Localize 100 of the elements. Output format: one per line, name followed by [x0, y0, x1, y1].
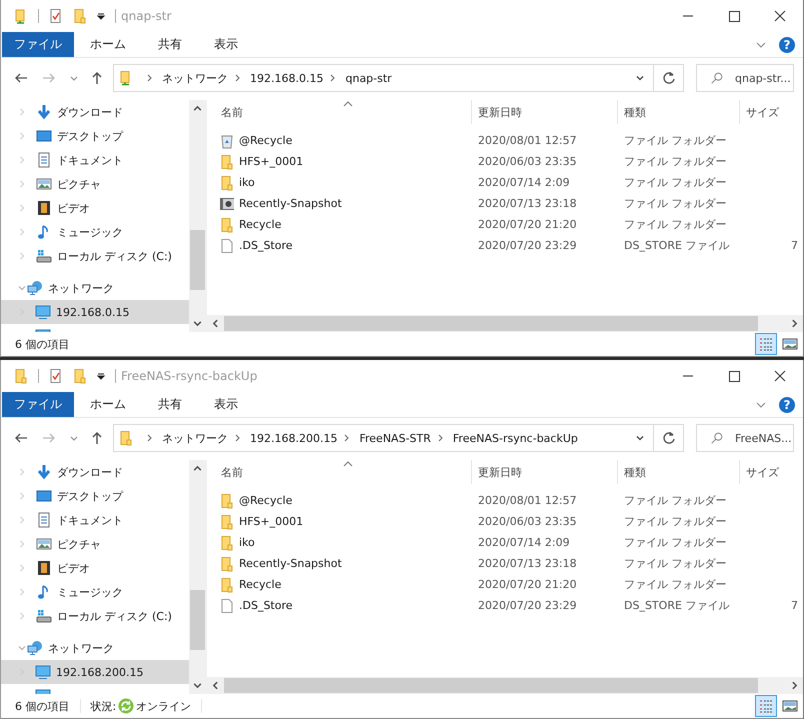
breadcrumb-item[interactable]: ネットワーク — [162, 430, 228, 446]
breadcrumb-item[interactable]: qnap-str — [345, 72, 392, 84]
scrollbar-thumb[interactable] — [224, 316, 758, 331]
type-cell-text: ファイル フォルダー — [623, 556, 728, 571]
search-icon — [710, 431, 724, 445]
dropdown-caret-icon[interactable] — [96, 11, 106, 21]
ribbon-tab[interactable]: ホーム — [74, 392, 142, 417]
column-header[interactable]: 種類 — [618, 100, 740, 124]
date-cell-text: 2020/06/03 23:35 — [477, 155, 578, 168]
search-field[interactable]: FreeNAS... — [696, 424, 794, 452]
size-cell-text: 7 — [790, 239, 799, 252]
chevron-right-icon — [436, 433, 445, 443]
column-header[interactable]: 名前 — [207, 460, 472, 484]
picture-icon — [36, 536, 52, 552]
date-cell-text: 2020/07/20 23:29 — [477, 239, 578, 252]
column-header[interactable]: 名前 — [207, 100, 472, 124]
refresh-button[interactable] — [654, 424, 684, 452]
nav-item[interactable]: ネットワーク — [1, 276, 189, 300]
ribbon-tab[interactable]: 共有 — [142, 32, 198, 57]
chevron-right-icon — [343, 433, 352, 443]
type-cell-text: DS_STORE ファイル — [623, 598, 730, 613]
nav-item[interactable]: ネットワーク — [1, 636, 189, 660]
window-title: qnap-str — [121, 9, 172, 23]
type-cell-text: ファイル フォルダー — [623, 577, 728, 592]
column-header[interactable]: 種類 — [618, 460, 740, 484]
scrollbar-thumb[interactable] — [224, 678, 758, 693]
nav-item[interactable]: ビデオ — [1, 196, 189, 220]
folder-icon[interactable] — [13, 368, 29, 384]
breadcrumb-item[interactable]: 192.168.200.15 — [250, 432, 338, 444]
new-folder-icon[interactable] — [72, 8, 88, 24]
refresh-icon[interactable] — [660, 430, 676, 446]
ribbon-tab[interactable]: 共有 — [142, 392, 198, 417]
folder-icon — [219, 154, 235, 170]
sync-icon — [118, 698, 134, 714]
nav-item[interactable]: ミュージック — [1, 220, 189, 244]
chevron-down-icon[interactable] — [17, 283, 27, 293]
nav-item[interactable]: ダウンロード — [1, 100, 189, 124]
nav-item[interactable]: ピクチャ — [1, 172, 189, 196]
scrollbar-thumb[interactable] — [190, 590, 205, 650]
file-name-cell[interactable]: @Recycle — [207, 130, 472, 151]
file-name-cell[interactable]: Recycle — [207, 214, 472, 235]
nav-item[interactable]: ローカル ディスク (C:) — [1, 244, 189, 268]
file-name-cell[interactable]: HFS+_0001 — [207, 511, 472, 532]
new-folder-icon[interactable] — [72, 368, 88, 384]
folder-icon — [118, 430, 134, 446]
nav-item[interactable]: ドキュメント — [1, 148, 189, 172]
nav-item[interactable]: ミュージック — [1, 580, 189, 604]
nav-item[interactable]: 192.168.0.15 — [1, 300, 189, 324]
chevron-down-icon[interactable] — [17, 643, 27, 653]
file-name-cell[interactable]: Recently-Snapshot — [207, 553, 472, 574]
search-field[interactable]: qnap-str... — [696, 64, 794, 92]
date-cell-text: 2020/08/01 12:57 — [477, 134, 578, 147]
file-name-cell[interactable]: .DS_Store — [207, 235, 472, 256]
breadcrumb-item[interactable]: FreeNAS-rsync-backUp — [452, 432, 578, 444]
ribbon-tab[interactable]: 表示 — [198, 32, 254, 57]
breadcrumb-item[interactable]: ネットワーク — [162, 70, 228, 86]
column-header[interactable]: サイズ — [740, 460, 800, 484]
help-button[interactable]: ? — [779, 36, 795, 52]
nav-item[interactable]: ローカル ディスク (C:) — [1, 604, 189, 628]
nav-item[interactable]: 192.168.200.15 — [1, 660, 189, 684]
folder-icon — [219, 534, 235, 550]
ribbon-tab[interactable]: ファイル — [2, 392, 74, 417]
window-title: FreeNAS-rsync-backUp — [121, 369, 258, 383]
nav-item[interactable]: デスクトップ — [1, 484, 189, 508]
column-header[interactable]: サイズ — [740, 100, 800, 124]
film-icon — [36, 560, 52, 576]
refresh-button[interactable] — [654, 64, 684, 92]
dropdown-caret-icon[interactable] — [96, 371, 106, 381]
address-dropdown-icon[interactable] — [635, 433, 645, 443]
nav-item[interactable]: ビデオ — [1, 556, 189, 580]
ribbon-tab[interactable]: 表示 — [198, 392, 254, 417]
file-name-cell[interactable]: .DS_Store — [207, 595, 472, 616]
chevron-right-icon — [146, 433, 154, 443]
address-bar[interactable]: ネットワーク 192.168.0.15 qnap-str — [113, 64, 654, 92]
file-name-cell[interactable]: iko — [207, 532, 472, 553]
column-header[interactable]: 更新日時 — [472, 460, 618, 484]
nav-item[interactable]: ダウンロード — [1, 460, 189, 484]
refresh-icon[interactable] — [660, 70, 676, 86]
nav-item[interactable]: ドキュメント — [1, 508, 189, 532]
column-header[interactable]: 更新日時 — [472, 100, 618, 124]
nav-item[interactable]: デスクトップ — [1, 124, 189, 148]
breadcrumb-item[interactable]: 192.168.0.15 — [250, 72, 324, 84]
breadcrumb-item[interactable]: FreeNAS-STR — [359, 432, 431, 444]
ribbon-tab[interactable]: ファイル — [2, 32, 74, 57]
file-name-cell[interactable]: iko — [207, 172, 472, 193]
folder-icon — [219, 216, 235, 232]
file-name-cell[interactable]: Recently-Snapshot — [207, 193, 472, 214]
date-cell-text: 2020/07/20 21:20 — [477, 218, 578, 231]
address-bar[interactable]: ネットワーク 192.168.200.15 FreeNAS-STR FreeNAS-rsync-backUp — [113, 424, 654, 452]
file-name-cell[interactable]: Recycle — [207, 574, 472, 595]
nav-item[interactable]: ピクチャ — [1, 532, 189, 556]
file-name-cell[interactable]: @Recycle — [207, 490, 472, 511]
ribbon-tab[interactable]: ホーム — [74, 32, 142, 57]
file-name-cell[interactable]: HFS+_0001 — [207, 151, 472, 172]
address-dropdown-icon[interactable] — [635, 73, 645, 83]
scrollbar-thumb[interactable] — [190, 230, 205, 290]
help-button[interactable]: ? — [779, 396, 795, 412]
chevron-right-icon — [146, 73, 154, 83]
type-cell-text: ファイル フォルダー — [623, 175, 728, 190]
chevron-right-icon — [329, 73, 338, 83]
